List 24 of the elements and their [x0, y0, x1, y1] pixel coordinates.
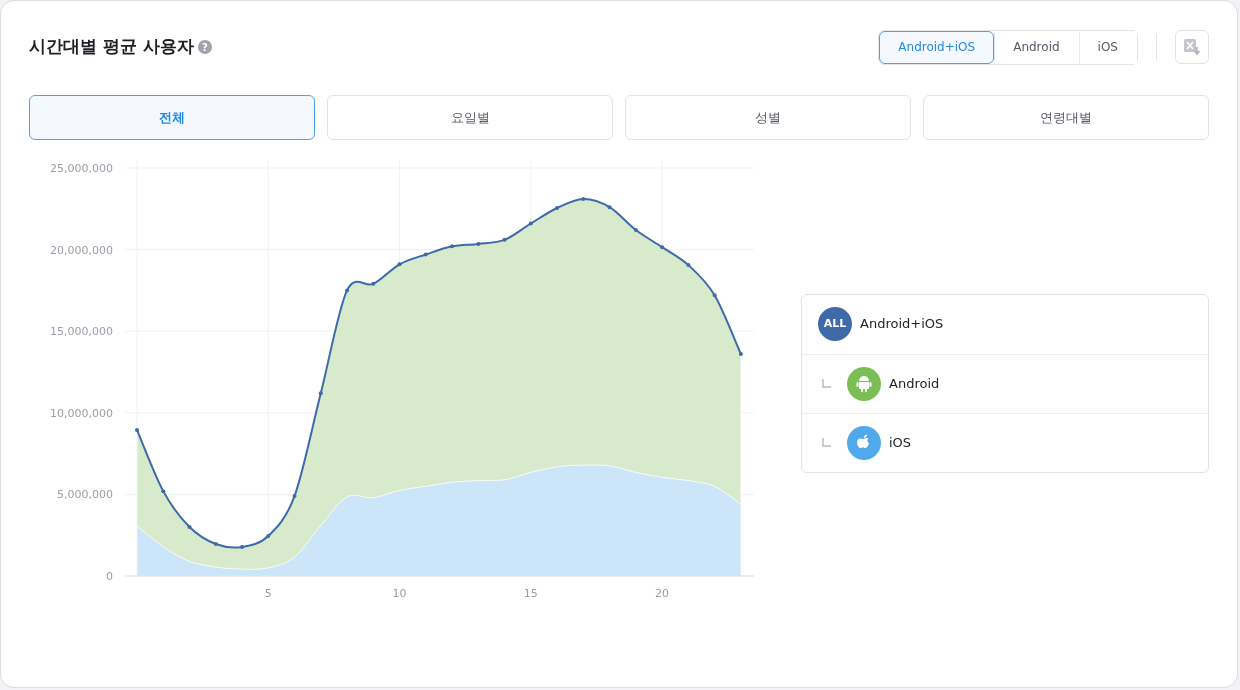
x-axis-label: 20: [655, 587, 670, 600]
platform-toggle[interactable]: Android+iOS: [879, 30, 995, 64]
tab[interactable]: 연령대별: [923, 95, 1209, 140]
excel-download-button[interactable]: [1175, 30, 1209, 64]
tab[interactable]: 요일별: [327, 95, 613, 140]
x-axis-label: 5: [264, 587, 272, 600]
y-axis-label: 20,000,000: [50, 243, 113, 257]
child-indent-icon: [822, 438, 831, 447]
y-axis-label: 25,000,000: [50, 162, 113, 175]
y-axis-label: 5,000,000: [57, 488, 113, 502]
all-badge: ALL: [818, 307, 852, 341]
platform-toggle[interactable]: iOS: [1078, 30, 1137, 64]
child-indent-icon: [822, 379, 831, 388]
chart-title: 시간대별 평균 사용자: [29, 35, 194, 59]
tab[interactable]: 성별: [625, 95, 911, 140]
legend-label: Android+iOS: [860, 315, 944, 334]
spreadsheet-download-icon: [1183, 38, 1201, 56]
legend-label: iOS: [889, 433, 912, 452]
y-axis-label: 0: [106, 570, 113, 583]
x-axis-label: 10: [392, 587, 407, 600]
x-axis-label: 15: [523, 587, 538, 600]
y-axis-label: 10,000,000: [50, 406, 113, 420]
y-axis-label: 15,000,000: [50, 325, 113, 339]
legend-label: Android: [889, 374, 940, 393]
